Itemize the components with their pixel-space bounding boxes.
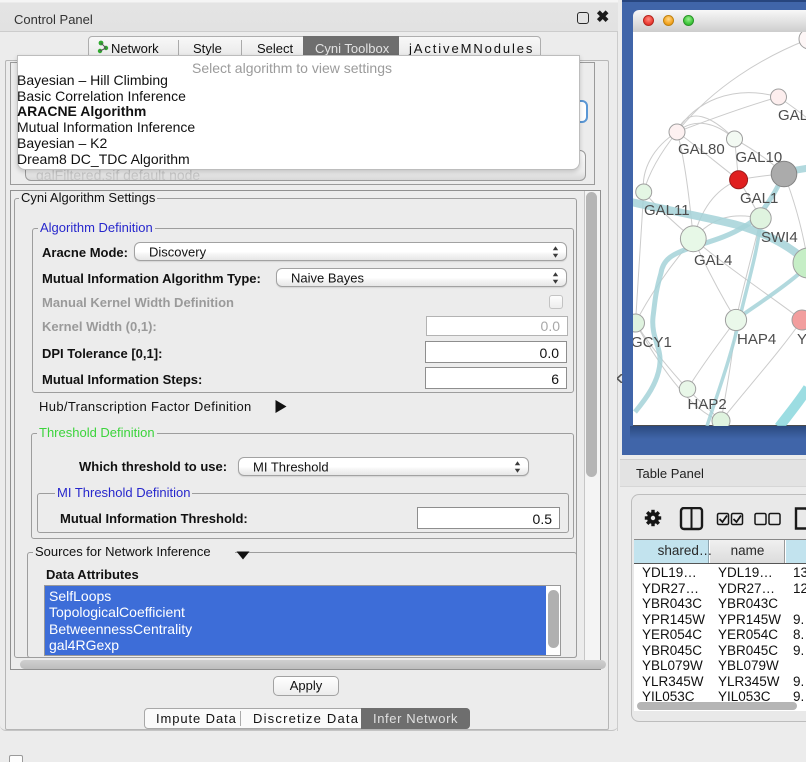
svg-text:GAL10: GAL10 (736, 149, 783, 166)
svg-text:HAP4: HAP4 (737, 331, 776, 348)
svg-text:GAL11: GAL11 (644, 202, 690, 219)
svg-text:YJ: YJ (797, 331, 806, 348)
svg-text:GAL1: GAL1 (740, 190, 778, 207)
svg-text:GAL7: GAL7 (778, 107, 806, 124)
svg-text:HAP2: HAP2 (688, 396, 727, 413)
svg-text:SWI4: SWI4 (761, 229, 798, 246)
svg-text:GCY1: GCY1 (633, 334, 672, 351)
svg-text:GAL80: GAL80 (678, 141, 725, 158)
svg-text:GAL4: GAL4 (694, 252, 732, 269)
